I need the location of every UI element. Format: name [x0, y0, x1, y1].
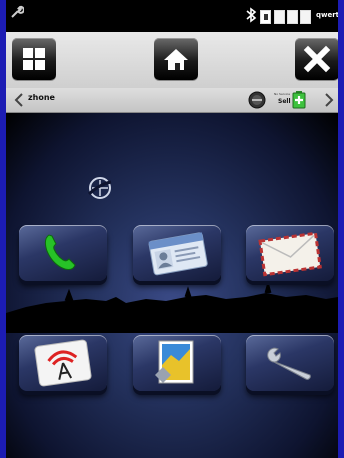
- app-gallery[interactable]: [133, 335, 221, 397]
- chevron-right-icon[interactable]: [324, 92, 334, 108]
- signal-icon: [248, 91, 266, 109]
- home-button[interactable]: [154, 38, 198, 80]
- keyboard-mode-label[interactable]: qwerty: [316, 11, 338, 19]
- app-phone[interactable]: [19, 225, 107, 287]
- contacts-card-icon: [148, 232, 208, 276]
- home-icon: [164, 49, 188, 70]
- network-label: Sell: [278, 98, 291, 105]
- top-toolbar: [6, 32, 338, 88]
- battery-charging-icon: [292, 91, 306, 109]
- home-wallpaper: [6, 113, 338, 458]
- status-slot: [287, 10, 298, 24]
- screen-frame: qwerty zhone: [0, 0, 344, 458]
- close-button[interactable]: [295, 38, 338, 80]
- start-menu-button[interactable]: [12, 38, 56, 80]
- page-title: zhone: [28, 93, 55, 102]
- app-contacts[interactable]: [133, 225, 221, 287]
- app-messages[interactable]: [246, 225, 334, 287]
- picture-icon: [155, 340, 194, 384]
- navigation-bar: zhone No Service Sell: [6, 88, 338, 113]
- chevron-left-icon[interactable]: [14, 92, 24, 108]
- phone-display: qwerty zhone: [6, 0, 338, 458]
- app-settings[interactable]: [246, 335, 334, 397]
- phone-icon: [44, 234, 76, 270]
- network-sublabel: No Service: [274, 92, 291, 96]
- status-slot: [300, 10, 311, 24]
- close-icon: [303, 45, 331, 73]
- wrench-icon: [11, 5, 24, 18]
- openmoko-logo-icon: [87, 177, 112, 199]
- bluetooth-icon: [246, 7, 257, 23]
- status-bar: qwerty: [6, 0, 338, 32]
- status-slot: [274, 10, 285, 24]
- envelope-icon: [258, 231, 322, 277]
- app-network[interactable]: [19, 335, 107, 397]
- wrench-icon: [267, 347, 311, 380]
- start-menu-icon: [23, 48, 45, 70]
- sim-indicator: [260, 10, 271, 24]
- antenna-icon: [34, 339, 92, 387]
